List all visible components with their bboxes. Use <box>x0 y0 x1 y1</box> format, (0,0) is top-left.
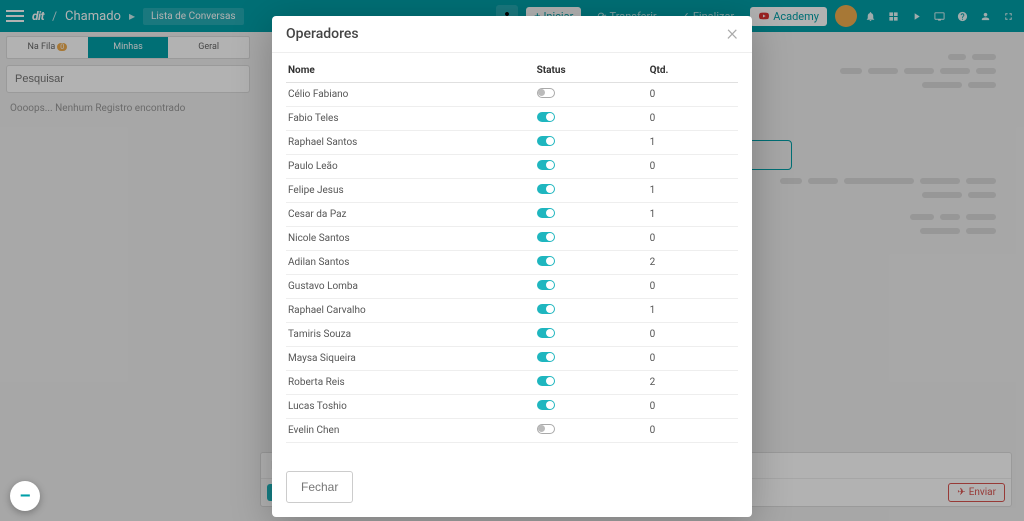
status-toggle[interactable] <box>537 136 555 146</box>
cell-status <box>535 251 648 275</box>
cell-status <box>535 371 648 395</box>
chat-fab[interactable]: – <box>10 481 40 511</box>
cell-nome: Paulo Leão <box>286 155 535 179</box>
cell-status <box>535 83 648 107</box>
cell-status <box>535 299 648 323</box>
cell-qtd: 0 <box>648 107 738 131</box>
status-toggle[interactable] <box>537 184 555 194</box>
cell-nome: Fabio Teles <box>286 107 535 131</box>
cell-status <box>535 179 648 203</box>
status-toggle[interactable] <box>537 256 555 266</box>
table-row: Adilan Santos 2 <box>286 251 738 275</box>
table-row: Raphael Carvalho 1 <box>286 299 738 323</box>
cell-nome: Raphael Carvalho <box>286 299 535 323</box>
modal-title: Operadores <box>286 26 359 42</box>
cell-nome: Célio Fabiano <box>286 83 535 107</box>
status-toggle[interactable] <box>537 304 555 314</box>
cell-status <box>535 203 648 227</box>
status-toggle[interactable] <box>537 232 555 242</box>
table-row: Fabio Teles 0 <box>286 107 738 131</box>
status-toggle[interactable] <box>537 400 555 410</box>
cell-qtd: 0 <box>648 83 738 107</box>
cell-nome: Adilan Santos <box>286 251 535 275</box>
cell-nome: Roberta Reis <box>286 371 535 395</box>
status-toggle[interactable] <box>537 208 555 218</box>
table-row: Tamiris Souza 0 <box>286 323 738 347</box>
cell-nome: Lucas Toshio <box>286 395 535 419</box>
col-nome[interactable]: Nome <box>286 59 535 83</box>
cell-qtd: 2 <box>648 371 738 395</box>
cell-nome: Felipe Jesus <box>286 179 535 203</box>
cell-status <box>535 347 648 371</box>
operators-table: Nome Status Qtd. Célio Fabiano0Fabio Tel… <box>286 59 738 443</box>
cell-qtd: 1 <box>648 299 738 323</box>
col-qtd[interactable]: Qtd. <box>648 59 738 83</box>
fechar-button[interactable]: Fechar <box>286 471 353 503</box>
cell-nome: Maysa Siqueira <box>286 347 535 371</box>
cell-status <box>535 155 648 179</box>
cell-qtd: 0 <box>648 275 738 299</box>
close-icon[interactable]: × <box>726 27 738 41</box>
table-row: Maysa Siqueira 0 <box>286 347 738 371</box>
cell-nome: Tamiris Souza <box>286 323 535 347</box>
operators-modal: Operadores × Nome Status Qtd. Célio Fabi… <box>272 16 752 517</box>
cell-status <box>535 419 648 443</box>
cell-status <box>535 395 648 419</box>
cell-qtd: 0 <box>648 227 738 251</box>
status-toggle[interactable] <box>537 160 555 170</box>
cell-status <box>535 323 648 347</box>
cell-qtd: 0 <box>648 419 738 443</box>
cell-nome: Nicole Santos <box>286 227 535 251</box>
status-toggle[interactable] <box>537 88 555 98</box>
col-status[interactable]: Status <box>535 59 648 83</box>
table-row: Raphael Santos 1 <box>286 131 738 155</box>
status-toggle[interactable] <box>537 376 555 386</box>
cell-qtd: 0 <box>648 395 738 419</box>
status-toggle[interactable] <box>537 328 555 338</box>
cell-qtd: 1 <box>648 131 738 155</box>
cell-nome: Raphael Santos <box>286 131 535 155</box>
table-row: Gustavo Lomba 0 <box>286 275 738 299</box>
table-row: Cesar da Paz 1 <box>286 203 738 227</box>
status-toggle[interactable] <box>537 112 555 122</box>
table-row: Evelin Chen 0 <box>286 419 738 443</box>
table-row: Lucas Toshio 0 <box>286 395 738 419</box>
cell-qtd: 2 <box>648 251 738 275</box>
cell-qtd: 0 <box>648 323 738 347</box>
table-row: Felipe Jesus 1 <box>286 179 738 203</box>
cell-status <box>535 227 648 251</box>
cell-status <box>535 107 648 131</box>
status-toggle[interactable] <box>537 352 555 362</box>
cell-qtd: 0 <box>648 347 738 371</box>
table-row: Célio Fabiano 0 <box>286 83 738 107</box>
cell-status <box>535 131 648 155</box>
status-toggle[interactable] <box>537 424 555 434</box>
cell-nome: Gustavo Lomba <box>286 275 535 299</box>
cell-nome: Evelin Chen <box>286 419 535 443</box>
table-row: Paulo Leão 0 <box>286 155 738 179</box>
cell-qtd: 1 <box>648 203 738 227</box>
cell-qtd: 1 <box>648 179 738 203</box>
status-toggle[interactable] <box>537 280 555 290</box>
table-row: Nicole Santos 0 <box>286 227 738 251</box>
table-row: Roberta Reis 2 <box>286 371 738 395</box>
cell-qtd: 0 <box>648 155 738 179</box>
cell-nome: Cesar da Paz <box>286 203 535 227</box>
cell-status <box>535 275 648 299</box>
